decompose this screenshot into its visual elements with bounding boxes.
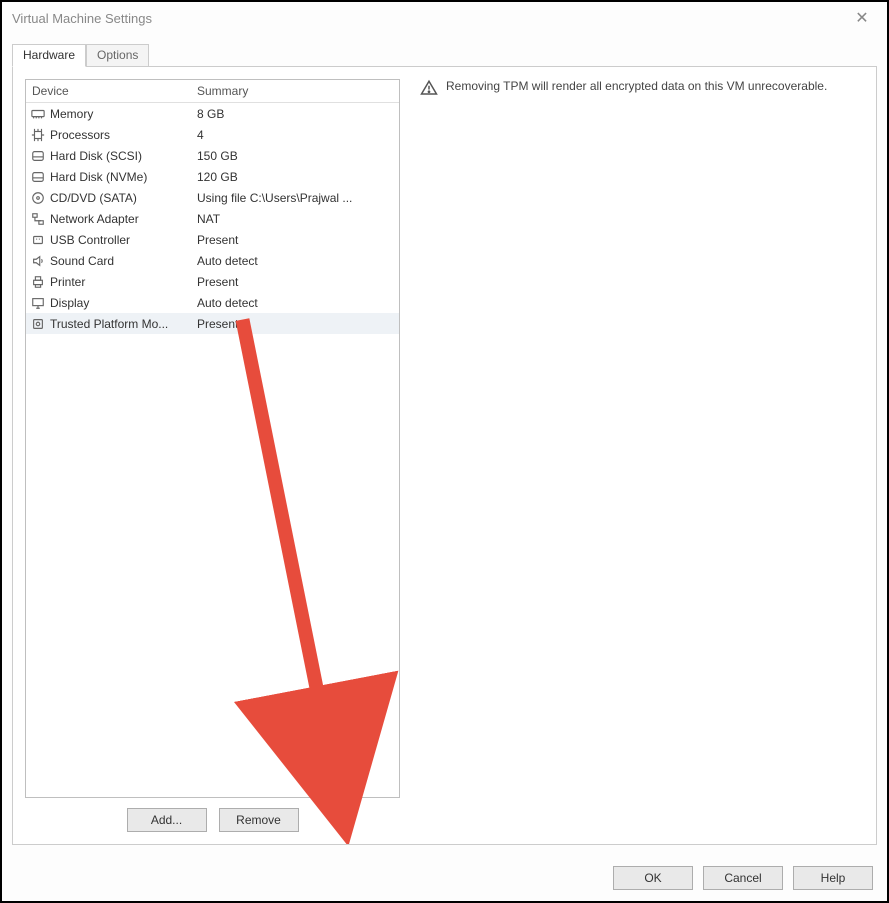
device-row[interactable]: Memory 8 GB [26, 103, 399, 124]
warning-text: Removing TPM will render all encrypted d… [446, 79, 827, 93]
device-row[interactable]: Printer Present [26, 271, 399, 292]
device-summary: 150 GB [191, 149, 399, 163]
device-name: Network Adapter [50, 212, 139, 226]
cpu-icon [30, 127, 46, 143]
network-icon [30, 211, 46, 227]
close-icon[interactable]: ✕ [847, 8, 877, 28]
device-row[interactable]: Display Auto detect [26, 292, 399, 313]
device-name: Hard Disk (SCSI) [50, 149, 142, 163]
window-title: Virtual Machine Settings [12, 11, 152, 26]
device-name: CD/DVD (SATA) [50, 191, 137, 205]
device-column: Device Summary Memory 8 GB Processors 4 Hard… [25, 79, 400, 832]
titlebar: Virtual Machine Settings ✕ [2, 2, 887, 34]
device-name: Sound Card [50, 254, 114, 268]
tpm-icon [30, 316, 46, 332]
device-summary: 120 GB [191, 170, 399, 184]
tpm-warning: Removing TPM will render all encrypted d… [420, 79, 864, 97]
device-name: Trusted Platform Mo... [50, 317, 168, 331]
device-row[interactable]: Network Adapter NAT [26, 208, 399, 229]
tab-strip: Hardware Options [2, 34, 887, 66]
help-button[interactable]: Help [793, 866, 873, 890]
device-list[interactable]: Device Summary Memory 8 GB Processors 4 Hard… [25, 79, 400, 798]
printer-icon [30, 274, 46, 290]
device-list-header: Device Summary [26, 80, 399, 103]
device-summary: Present [191, 275, 399, 289]
add-button[interactable]: Add... [127, 808, 207, 832]
device-summary: 8 GB [191, 107, 399, 121]
device-name: Hard Disk (NVMe) [50, 170, 147, 184]
tab-hardware[interactable]: Hardware [12, 44, 86, 67]
device-summary: Present [191, 317, 399, 331]
memory-icon [30, 106, 46, 122]
detail-column: Removing TPM will render all encrypted d… [420, 79, 864, 832]
display-icon [30, 295, 46, 311]
device-summary: Using file C:\Users\Prajwal ... [191, 191, 399, 205]
settings-window: Virtual Machine Settings ✕ Hardware Opti… [0, 0, 889, 903]
disc-icon [30, 190, 46, 206]
ok-button[interactable]: OK [613, 866, 693, 890]
device-row[interactable]: Hard Disk (NVMe) 120 GB [26, 166, 399, 187]
device-row[interactable]: Processors 4 [26, 124, 399, 145]
remove-button[interactable]: Remove [219, 808, 299, 832]
device-name: Processors [50, 128, 110, 142]
device-name: Memory [50, 107, 93, 121]
cancel-button[interactable]: Cancel [703, 866, 783, 890]
device-buttons: Add... Remove [25, 798, 400, 832]
device-row[interactable]: Sound Card Auto detect [26, 250, 399, 271]
device-name: USB Controller [50, 233, 130, 247]
header-summary[interactable]: Summary [191, 80, 399, 102]
device-summary: 4 [191, 128, 399, 142]
sound-icon [30, 253, 46, 269]
device-row[interactable]: CD/DVD (SATA) Using file C:\Users\Prajwal… [26, 187, 399, 208]
header-device[interactable]: Device [26, 80, 191, 102]
device-row[interactable]: Trusted Platform Mo... Present [26, 313, 399, 334]
dialog-footer: OK Cancel Help [2, 855, 887, 901]
device-row[interactable]: USB Controller Present [26, 229, 399, 250]
device-row[interactable]: Hard Disk (SCSI) 150 GB [26, 145, 399, 166]
device-summary: NAT [191, 212, 399, 226]
device-summary: Present [191, 233, 399, 247]
usb-icon [30, 232, 46, 248]
hdd-icon [30, 148, 46, 164]
hardware-panel: Device Summary Memory 8 GB Processors 4 Hard… [12, 66, 877, 845]
device-summary: Auto detect [191, 254, 399, 268]
tab-options[interactable]: Options [86, 44, 149, 67]
warning-icon [420, 79, 438, 97]
device-name: Display [50, 296, 89, 310]
device-summary: Auto detect [191, 296, 399, 310]
hdd-icon [30, 169, 46, 185]
device-name: Printer [50, 275, 85, 289]
